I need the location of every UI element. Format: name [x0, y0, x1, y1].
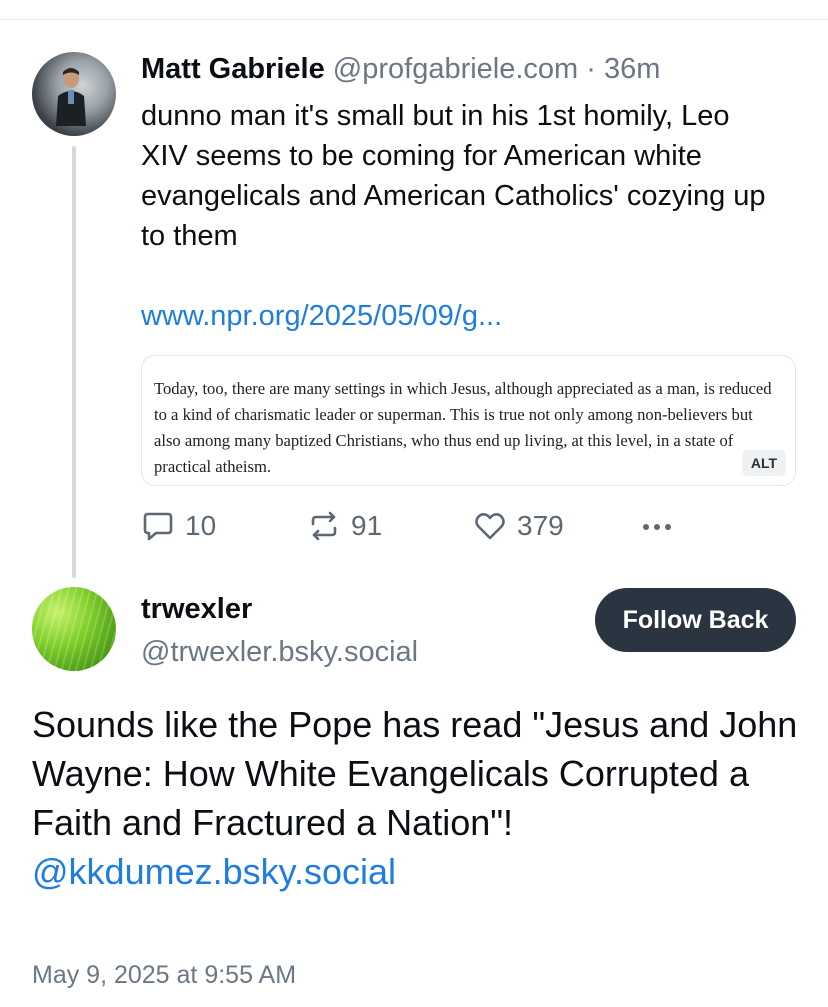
top-divider	[0, 19, 828, 20]
thread-connector-line	[72, 146, 76, 578]
like-button[interactable]: 379	[473, 506, 564, 546]
comment-icon	[143, 512, 173, 541]
parent-author-avatar[interactable]	[32, 52, 116, 136]
reply-post-text: Sounds like the Pope has read "Jesus and…	[32, 704, 798, 843]
post-timestamp: May 9, 2025 at 9:55 AM	[32, 961, 297, 989]
repost-icon	[311, 511, 337, 541]
ellipsis-icon	[643, 524, 671, 530]
reply-author-handle[interactable]: @trwexler.bsky.social	[141, 635, 418, 669]
reply-button[interactable]: 10	[141, 506, 216, 546]
parent-post-time[interactable]: 36m	[604, 53, 660, 85]
reply-author-name[interactable]: trwexler	[141, 592, 252, 626]
repost-count: 91	[351, 510, 383, 541]
header-separator: ·	[586, 53, 596, 85]
parent-post-text: dunno man it's small but in his 1st homi…	[141, 100, 766, 252]
post-action-bar: 10 91 379	[141, 506, 701, 546]
follow-back-button[interactable]: Follow Back	[595, 588, 796, 652]
avatar-person-figure	[56, 68, 86, 126]
repost-button[interactable]: 91	[307, 506, 382, 546]
parent-post-header: Matt Gabriele @profgabriele.com · 36m	[141, 52, 660, 86]
reply-author-avatar[interactable]	[32, 587, 116, 671]
parent-author-name[interactable]: Matt Gabriele	[141, 53, 325, 85]
alt-text-badge[interactable]: ALT	[742, 450, 786, 476]
reply-count: 10	[185, 510, 217, 541]
more-options-button[interactable]	[639, 506, 675, 546]
like-count: 379	[517, 510, 564, 541]
parent-author-handle[interactable]: @profgabriele.com	[333, 53, 578, 85]
quote-image-text: Today, too, there are many settings in w…	[154, 379, 772, 476]
embedded-quote-image[interactable]: Today, too, there are many settings in w…	[141, 355, 796, 486]
parent-post-link[interactable]: www.npr.org/2025/05/09/g...	[141, 296, 502, 336]
reply-mention-link[interactable]: @kkdumez.bsky.social	[32, 847, 396, 896]
heart-icon	[475, 513, 505, 540]
